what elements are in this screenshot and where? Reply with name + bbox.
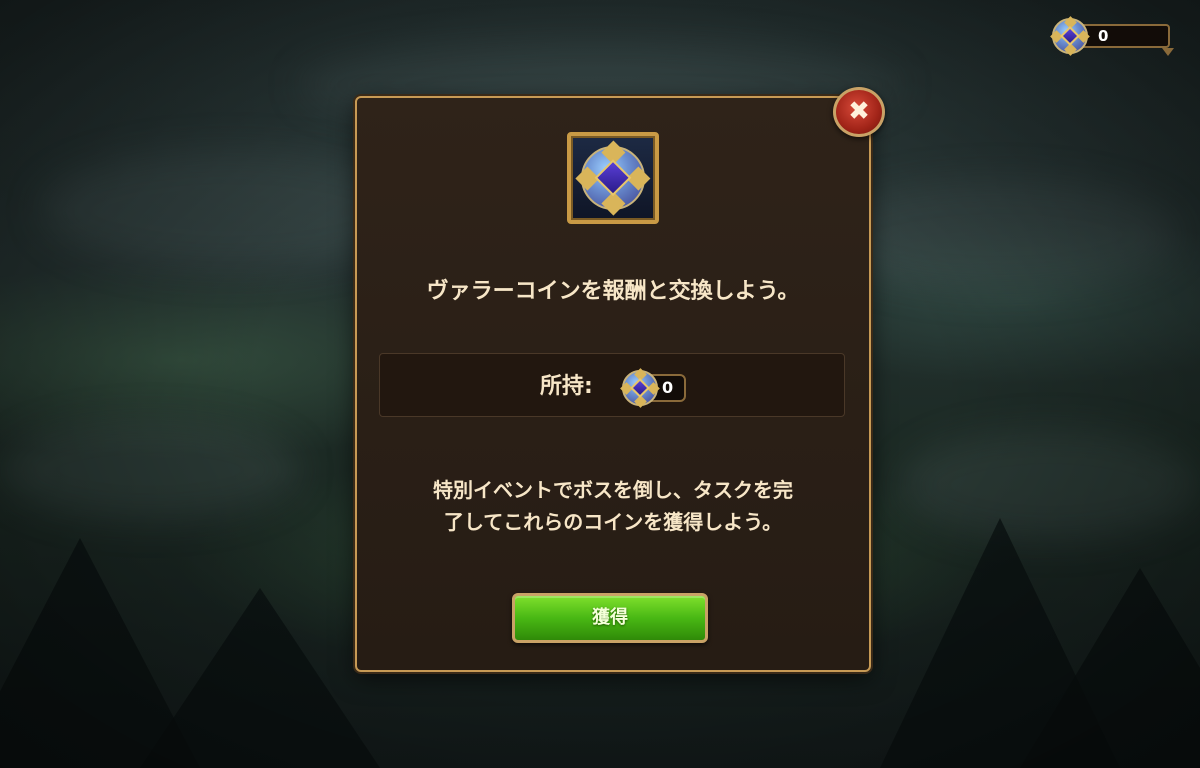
dialog-headline: ヴァラーコインを報酬と交換しよう。 — [426, 279, 800, 304]
obtain-button[interactable]: 獲得 — [512, 593, 708, 643]
counter-arrow-icon — [1162, 48, 1174, 56]
game-background: 0 ✖ ヴァラーコインを報酬と交換しよう。 所持: 0 特別イベントでボスを倒し… — [0, 0, 1200, 768]
valor-coin-icon — [620, 368, 660, 408]
description-line: 特別イベントでボスを倒し、タスクを完 — [433, 478, 793, 502]
valor-coin-icon — [575, 140, 651, 216]
close-button[interactable]: ✖ — [833, 87, 885, 137]
valor-coin-counter[interactable]: 0 — [1050, 16, 1176, 60]
valor-coin-icon — [1050, 16, 1090, 56]
close-icon: ✖ — [848, 96, 870, 127]
owned-coins-panel — [379, 353, 845, 417]
owned-label: 所持: — [540, 374, 593, 399]
reward-icon-frame — [567, 132, 659, 224]
valor-coin-count: 0 — [1078, 24, 1170, 48]
description-line: 了してこれらのコインを獲得しよう。 — [443, 510, 783, 534]
dialog-description: 特別イベントでボスを倒し、タスクを完 了してこれらのコインを獲得しよう。 — [355, 474, 871, 538]
